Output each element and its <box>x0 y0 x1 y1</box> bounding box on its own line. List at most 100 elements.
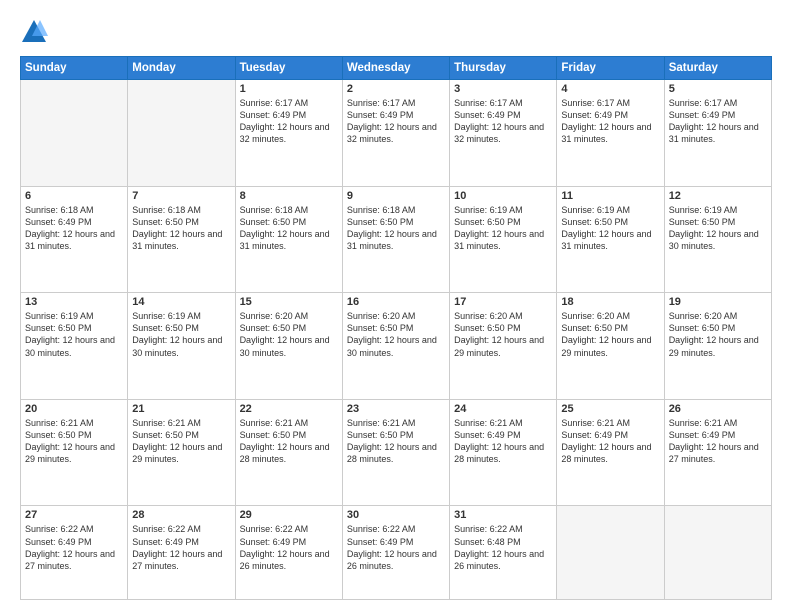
day-number: 29 <box>240 509 338 521</box>
calendar-header-row: SundayMondayTuesdayWednesdayThursdayFrid… <box>21 57 772 80</box>
day-info: Sunrise: 6:20 AM Sunset: 6:50 PM Dayligh… <box>669 310 767 359</box>
day-info: Sunrise: 6:21 AM Sunset: 6:49 PM Dayligh… <box>454 417 552 466</box>
calendar-cell <box>128 80 235 187</box>
calendar-cell: 22 Sunrise: 6:21 AM Sunset: 6:50 PM Dayli… <box>235 399 342 506</box>
day-number: 23 <box>347 403 445 415</box>
calendar-cell: 9 Sunrise: 6:18 AM Sunset: 6:50 PM Daylig… <box>342 186 449 293</box>
calendar-cell: 4 Sunrise: 6:17 AM Sunset: 6:49 PM Daylig… <box>557 80 664 187</box>
day-info: Sunrise: 6:21 AM Sunset: 6:50 PM Dayligh… <box>132 417 230 466</box>
day-number: 26 <box>669 403 767 415</box>
col-header-thursday: Thursday <box>450 57 557 80</box>
day-number: 16 <box>347 296 445 308</box>
calendar-week-4: 27 Sunrise: 6:22 AM Sunset: 6:49 PM Dayli… <box>21 506 772 600</box>
day-info: Sunrise: 6:18 AM Sunset: 6:50 PM Dayligh… <box>240 204 338 253</box>
calendar-cell <box>557 506 664 600</box>
day-number: 2 <box>347 83 445 95</box>
calendar-cell: 3 Sunrise: 6:17 AM Sunset: 6:49 PM Daylig… <box>450 80 557 187</box>
header <box>20 18 772 46</box>
day-number: 12 <box>669 190 767 202</box>
col-header-wednesday: Wednesday <box>342 57 449 80</box>
calendar-cell <box>664 506 771 600</box>
col-header-tuesday: Tuesday <box>235 57 342 80</box>
day-info: Sunrise: 6:20 AM Sunset: 6:50 PM Dayligh… <box>561 310 659 359</box>
calendar-cell: 12 Sunrise: 6:19 AM Sunset: 6:50 PM Dayli… <box>664 186 771 293</box>
calendar-cell: 5Sunrise: 6:17 AM Sunset: 6:49 PM Daylig… <box>664 80 771 187</box>
day-number: 13 <box>25 296 123 308</box>
day-info: Sunrise: 6:22 AM Sunset: 6:49 PM Dayligh… <box>347 523 445 572</box>
calendar-cell: 13 Sunrise: 6:19 AM Sunset: 6:50 PM Dayli… <box>21 293 128 400</box>
day-info: Sunrise: 6:22 AM Sunset: 6:49 PM Dayligh… <box>240 523 338 572</box>
calendar-cell: 6 Sunrise: 6:18 AM Sunset: 6:49 PM Daylig… <box>21 186 128 293</box>
day-number: 30 <box>347 509 445 521</box>
calendar-cell: 10Sunrise: 6:19 AM Sunset: 6:50 PM Dayli… <box>450 186 557 293</box>
day-info: Sunrise: 6:17 AM Sunset: 6:49 PM Dayligh… <box>347 97 445 146</box>
calendar-cell: 31Sunrise: 6:22 AM Sunset: 6:48 PM Dayli… <box>450 506 557 600</box>
day-info: Sunrise: 6:17 AM Sunset: 6:49 PM Dayligh… <box>240 97 338 146</box>
calendar-cell: 15 Sunrise: 6:20 AM Sunset: 6:50 PM Dayli… <box>235 293 342 400</box>
day-info: Sunrise: 6:20 AM Sunset: 6:50 PM Dayligh… <box>347 310 445 359</box>
day-info: Sunrise: 6:19 AM Sunset: 6:50 PM Dayligh… <box>25 310 123 359</box>
day-number: 1 <box>240 83 338 95</box>
day-info: Sunrise: 6:17 AM Sunset: 6:49 PM Dayligh… <box>561 97 659 146</box>
calendar-cell: 2 Sunrise: 6:17 AM Sunset: 6:49 PM Daylig… <box>342 80 449 187</box>
day-number: 18 <box>561 296 659 308</box>
day-info: Sunrise: 6:22 AM Sunset: 6:48 PM Dayligh… <box>454 523 552 572</box>
day-number: 9 <box>347 190 445 202</box>
day-number: 3 <box>454 83 552 95</box>
calendar-cell: 28 Sunrise: 6:22 AM Sunset: 6:49 PM Dayli… <box>128 506 235 600</box>
day-info: Sunrise: 6:19 AM Sunset: 6:50 PM Dayligh… <box>132 310 230 359</box>
logo-icon <box>20 18 48 46</box>
day-info: Sunrise: 6:18 AM Sunset: 6:49 PM Dayligh… <box>25 204 123 253</box>
day-info: Sunrise: 6:18 AM Sunset: 6:50 PM Dayligh… <box>347 204 445 253</box>
day-info: Sunrise: 6:17 AM Sunset: 6:49 PM Dayligh… <box>454 97 552 146</box>
calendar-week-3: 20 Sunrise: 6:21 AM Sunset: 6:50 PM Dayli… <box>21 399 772 506</box>
calendar-cell: 26 Sunrise: 6:21 AM Sunset: 6:49 PM Dayli… <box>664 399 771 506</box>
calendar-cell: 21 Sunrise: 6:21 AM Sunset: 6:50 PM Dayli… <box>128 399 235 506</box>
day-number: 5 <box>669 83 767 95</box>
day-number: 7 <box>132 190 230 202</box>
day-number: 15 <box>240 296 338 308</box>
calendar-cell: 23Sunrise: 6:21 AM Sunset: 6:50 PM Dayli… <box>342 399 449 506</box>
day-number: 28 <box>132 509 230 521</box>
day-number: 27 <box>25 509 123 521</box>
calendar-cell: 16 Sunrise: 6:20 AM Sunset: 6:50 PM Dayli… <box>342 293 449 400</box>
day-number: 22 <box>240 403 338 415</box>
day-info: Sunrise: 6:19 AM Sunset: 6:50 PM Dayligh… <box>561 204 659 253</box>
day-info: Sunrise: 6:19 AM Sunset: 6:50 PM Dayligh… <box>669 204 767 253</box>
calendar-cell: 8Sunrise: 6:18 AM Sunset: 6:50 PM Daylig… <box>235 186 342 293</box>
day-info: Sunrise: 6:22 AM Sunset: 6:49 PM Dayligh… <box>25 523 123 572</box>
day-number: 24 <box>454 403 552 415</box>
logo <box>20 18 52 46</box>
calendar-cell: 30 Sunrise: 6:22 AM Sunset: 6:49 PM Dayli… <box>342 506 449 600</box>
calendar-week-1: 6 Sunrise: 6:18 AM Sunset: 6:49 PM Daylig… <box>21 186 772 293</box>
calendar-cell: 29 Sunrise: 6:22 AM Sunset: 6:49 PM Dayli… <box>235 506 342 600</box>
day-number: 17 <box>454 296 552 308</box>
day-info: Sunrise: 6:20 AM Sunset: 6:50 PM Dayligh… <box>240 310 338 359</box>
day-number: 11 <box>561 190 659 202</box>
day-number: 4 <box>561 83 659 95</box>
day-number: 21 <box>132 403 230 415</box>
calendar-cell: 19 Sunrise: 6:20 AM Sunset: 6:50 PM Dayli… <box>664 293 771 400</box>
day-number: 14 <box>132 296 230 308</box>
day-info: Sunrise: 6:21 AM Sunset: 6:49 PM Dayligh… <box>669 417 767 466</box>
calendar-cell: 20Sunrise: 6:21 AM Sunset: 6:50 PM Dayli… <box>21 399 128 506</box>
calendar-cell: 24 Sunrise: 6:21 AM Sunset: 6:49 PM Dayli… <box>450 399 557 506</box>
page: SundayMondayTuesdayWednesdayThursdayFrid… <box>0 0 792 612</box>
day-number: 20 <box>25 403 123 415</box>
col-header-saturday: Saturday <box>664 57 771 80</box>
day-info: Sunrise: 6:22 AM Sunset: 6:49 PM Dayligh… <box>132 523 230 572</box>
calendar-week-0: 1 Sunrise: 6:17 AM Sunset: 6:49 PM Daylig… <box>21 80 772 187</box>
col-header-friday: Friday <box>557 57 664 80</box>
day-number: 25 <box>561 403 659 415</box>
calendar-cell: 17Sunrise: 6:20 AM Sunset: 6:50 PM Dayli… <box>450 293 557 400</box>
calendar-week-2: 13 Sunrise: 6:19 AM Sunset: 6:50 PM Dayli… <box>21 293 772 400</box>
day-number: 19 <box>669 296 767 308</box>
calendar-cell: 7Sunrise: 6:18 AM Sunset: 6:50 PM Daylig… <box>128 186 235 293</box>
calendar-cell: 1 Sunrise: 6:17 AM Sunset: 6:49 PM Daylig… <box>235 80 342 187</box>
day-number: 6 <box>25 190 123 202</box>
calendar-cell: 14 Sunrise: 6:19 AM Sunset: 6:50 PM Dayli… <box>128 293 235 400</box>
col-header-sunday: Sunday <box>21 57 128 80</box>
day-number: 10 <box>454 190 552 202</box>
calendar-table: SundayMondayTuesdayWednesdayThursdayFrid… <box>20 56 772 600</box>
day-info: Sunrise: 6:21 AM Sunset: 6:50 PM Dayligh… <box>240 417 338 466</box>
